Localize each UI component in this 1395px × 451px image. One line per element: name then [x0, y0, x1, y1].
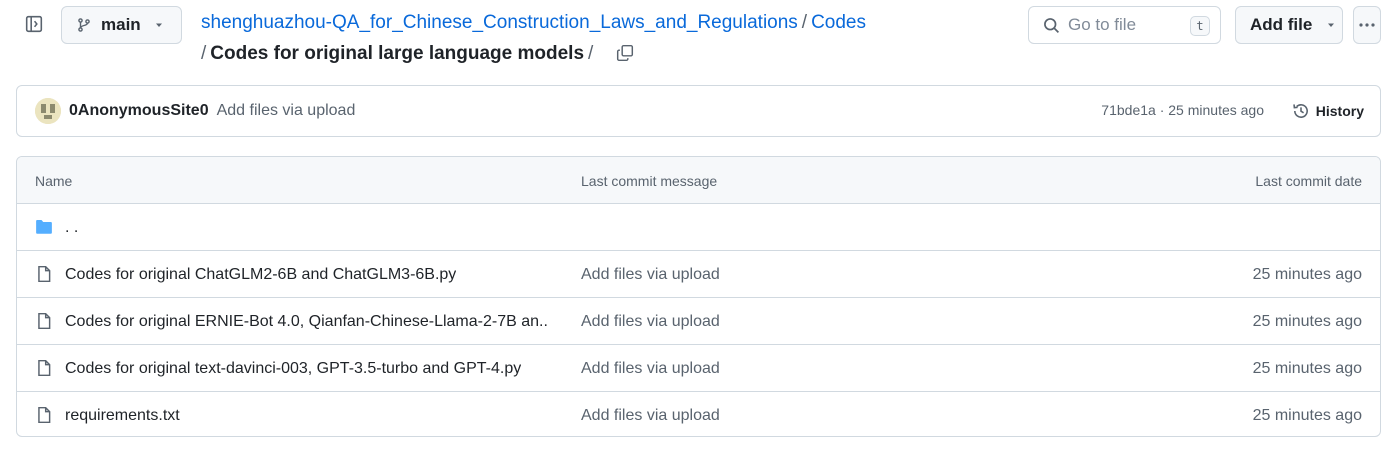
commit-author[interactable]: 0AnonymousSite0 [69, 102, 209, 120]
history-icon [1293, 104, 1308, 118]
add-file-label: Add file [1250, 15, 1313, 34]
table-header: Name Last commit message Last commit dat… [17, 157, 1380, 204]
sidebar-toggle-button[interactable] [18, 8, 50, 40]
go-to-file-input[interactable] [1068, 15, 1178, 35]
copy-path-button[interactable] [611, 39, 639, 67]
column-header-date: Last commit date [1255, 173, 1362, 189]
history-label: History [1315, 103, 1364, 119]
file-commit-date: 25 minutes ago [1252, 266, 1362, 283]
add-file-button[interactable]: Add file [1235, 6, 1343, 44]
keyboard-shortcut-hint: t [1190, 16, 1210, 36]
file-commit-date: 25 minutes ago [1252, 407, 1362, 424]
file-commit-date: 25 minutes ago [1252, 360, 1362, 377]
breadcrumb-repo-link[interactable]: shenghuazhou-QA_for_Chinese_Construction… [201, 12, 798, 33]
file-icon [38, 359, 51, 377]
commit-sha[interactable]: 71bde1a [1101, 102, 1156, 118]
copy-icon [617, 44, 634, 62]
column-header-name: Name [35, 173, 73, 189]
table-row: Codes for original ERNIE-Bot 4.0, Qianfa… [17, 298, 1380, 345]
go-to-file-search[interactable]: t [1028, 6, 1221, 44]
file-commit-message[interactable]: Add files via upload [581, 266, 720, 284]
file-icon [38, 406, 51, 424]
latest-commit-bar: 0AnonymousSite0 Add files via upload 71b… [16, 85, 1381, 137]
branch-name: main [101, 15, 141, 34]
parent-directory-row[interactable]: . . [17, 204, 1380, 251]
file-commit-message[interactable]: Add files via upload [581, 313, 720, 331]
avatar-identicon [35, 98, 61, 124]
commit-message[interactable]: Add files via upload [217, 102, 356, 120]
breadcrumb: shenghuazhou-QA_for_Chinese_Construction… [201, 9, 1001, 67]
file-commit-date: 25 minutes ago [1252, 313, 1362, 330]
file-table: Name Last commit message Last commit dat… [16, 156, 1381, 437]
git-branch-icon [78, 18, 90, 32]
branch-selector-button[interactable]: main [61, 6, 182, 44]
breadcrumb-separator: / [201, 42, 207, 64]
chevron-down-icon [155, 23, 162, 27]
sidebar-expand-icon [25, 15, 43, 33]
file-name-link[interactable]: requirements.txt [65, 407, 180, 425]
more-options-button[interactable] [1353, 6, 1381, 44]
file-icon [38, 312, 51, 330]
breadcrumb-separator: / [801, 12, 808, 33]
file-name-link[interactable]: Codes for original ChatGLM2-6B and ChatG… [65, 266, 456, 284]
folder-icon [36, 220, 52, 234]
breadcrumb-codes-link[interactable]: Codes [811, 12, 866, 33]
chevron-down-icon [1328, 23, 1335, 27]
file-name-link[interactable]: Codes for original ERNIE-Bot 4.0, Qianfa… [65, 313, 547, 331]
file-commit-message[interactable]: Add files via upload [581, 407, 720, 425]
kebab-horizontal-icon [1359, 23, 1375, 27]
parent-directory-link[interactable]: . . [65, 219, 78, 237]
breadcrumb-current-folder: Codes for original large language models [210, 42, 585, 64]
table-row: Codes for original text-davinci-003, GPT… [17, 345, 1380, 392]
file-commit-message[interactable]: Add files via upload [581, 360, 720, 378]
avatar[interactable] [35, 98, 61, 124]
file-name-link[interactable]: Codes for original text-davinci-003, GPT… [65, 360, 521, 378]
history-button[interactable]: History [1292, 99, 1364, 123]
commit-time: 25 minutes ago [1168, 102, 1264, 118]
repo-file-browser: main shenghuazhou-QA_for_Chinese_Constru… [0, 0, 1395, 451]
commit-meta: 71bde1a · 25 minutes ago [1101, 102, 1264, 118]
column-header-message: Last commit message [581, 173, 718, 189]
breadcrumb-separator: / [588, 42, 594, 64]
file-icon [38, 265, 51, 283]
table-row: Codes for original ChatGLM2-6B and ChatG… [17, 251, 1380, 298]
meta-separator: · [1159, 102, 1165, 118]
search-icon [1044, 17, 1060, 33]
table-row: requirements.txt Add files via upload 25… [17, 392, 1380, 436]
